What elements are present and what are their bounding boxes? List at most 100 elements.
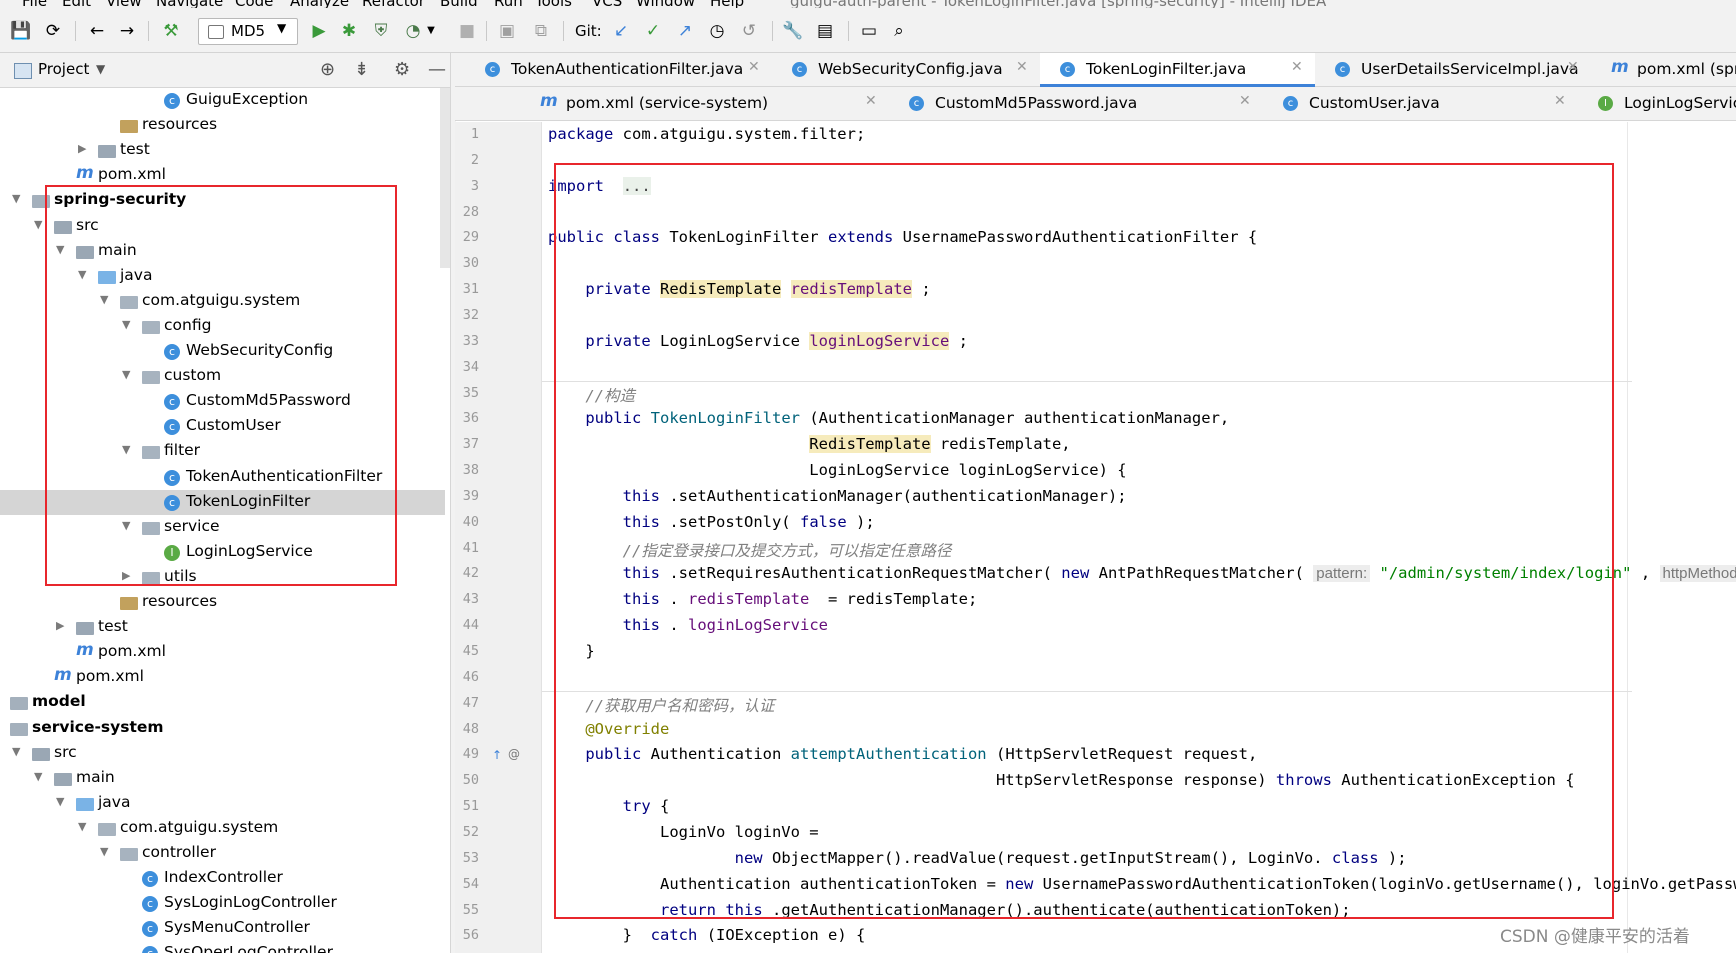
terminal-icon[interactable]: ▭ [860, 22, 878, 40]
project-panel-title[interactable]: Project [38, 60, 89, 78]
menu-item-file[interactable]: File [22, 0, 47, 8]
save-icon[interactable]: 💾 [10, 22, 31, 40]
sync-icon[interactable]: ⟳ [44, 22, 62, 40]
tree-item[interactable]: ▼ com.atguigu.system [0, 816, 445, 841]
line-number: 41 [462, 539, 479, 556]
chevron-down-icon[interactable]: ▼ [78, 820, 86, 833]
settings-wrench-icon[interactable]: 🔧 [782, 22, 803, 40]
menu-item-build[interactable]: Build [440, 0, 478, 8]
forward-icon[interactable]: → [118, 22, 136, 40]
tree-item-label: com.atguigu.system [120, 817, 279, 836]
right-margin-guide [1627, 122, 1628, 953]
annotation-marker-icon[interactable]: @ [508, 747, 520, 761]
history-icon[interactable]: ◷ [708, 22, 726, 40]
close-icon[interactable]: ✕ [1554, 93, 1566, 109]
project-structure-icon[interactable]: ▤ [816, 22, 834, 40]
tree-item[interactable]: c SysLoginLogController [0, 891, 445, 916]
tree-item[interactable]: ▼service-system [0, 716, 445, 741]
git-update-icon[interactable]: ↙ [612, 22, 630, 40]
chevron-down-icon[interactable]: ▼ [96, 62, 105, 76]
tree-item[interactable]: c SysOperLogController [0, 941, 445, 953]
close-icon[interactable]: ✕ [1291, 59, 1303, 75]
tree-item[interactable]: resources [0, 590, 445, 615]
menu-item-run[interactable]: Run [494, 0, 523, 8]
tree-item[interactable]: ▶ test [0, 138, 445, 163]
menu-item-tools[interactable]: Tools [535, 0, 572, 8]
search-icon[interactable]: ⌕ [890, 22, 908, 40]
editor-tab-label: WebSecurityConfig.java [818, 60, 1003, 78]
git-push-icon[interactable]: ↗ [676, 22, 694, 40]
line-number: 49 [462, 746, 479, 763]
tree-item[interactable]: c GuiguException [0, 88, 445, 113]
rollback-icon[interactable]: ↺ [740, 22, 758, 40]
chevron-down-icon[interactable]: ▼ [34, 218, 42, 231]
tree-item[interactable]: ▶model [0, 690, 445, 715]
tree-item-label: SysMenuController [164, 918, 310, 937]
close-icon[interactable]: ✕ [1239, 93, 1251, 109]
chevron-down-icon[interactable]: ▼ [12, 192, 20, 205]
tree-item[interactable]: c SysMenuController [0, 916, 445, 941]
line-number: 3 [470, 177, 479, 194]
build-project-icon[interactable]: ⧉ [532, 22, 550, 40]
editor-tab[interactable]: m pom.xml (spri [1591, 53, 1736, 86]
menu-item-vcs[interactable]: VCS [592, 0, 622, 8]
editor-tab[interactable]: c UserDetailsServiceImpl.java ✕ [1315, 53, 1591, 86]
editor-tab[interactable]: c TokenLoginFilter.java ✕ [1040, 53, 1315, 87]
menu-item-code[interactable]: Code [235, 0, 273, 8]
line-number: 1 [470, 126, 479, 142]
gear-icon[interactable]: ⚙ [394, 59, 410, 80]
run-configuration-select[interactable]: MD5 ▼ [198, 18, 298, 45]
back-icon[interactable]: ← [88, 22, 106, 40]
menu-item-help[interactable]: Help [710, 0, 744, 8]
menu-item-window[interactable]: Window [636, 0, 695, 8]
tree-item[interactable]: resources [0, 113, 445, 138]
editor-tab[interactable]: m pom.xml (service-system) ✕ [520, 87, 889, 120]
editor-tab[interactable]: c WebSecurityConfig.java ✕ [772, 53, 1040, 86]
close-icon[interactable]: ✕ [1567, 59, 1579, 75]
locate-icon[interactable]: ⊕ [320, 59, 335, 80]
build-hammer-icon[interactable]: ⚒ [162, 22, 180, 40]
override-marker-icon[interactable]: ↑ [492, 748, 502, 762]
tree-item[interactable]: m pom.xml [0, 665, 445, 690]
hide-panel-icon[interactable]: — [428, 59, 446, 80]
tree-item[interactable]: ▼ controller [0, 841, 445, 866]
menu-item-navigate[interactable]: Navigate [156, 0, 223, 8]
close-icon[interactable]: ✕ [1016, 59, 1028, 75]
chevron-down-icon[interactable]: ▼ [56, 795, 64, 808]
tree-scrollbar[interactable] [440, 88, 450, 268]
menu-item-view[interactable]: View [106, 0, 142, 8]
profile-icon[interactable]: ◔ [404, 22, 422, 40]
git-commit-icon[interactable]: ✓ [644, 22, 662, 40]
menu-item-refactor[interactable]: Refactor [362, 0, 425, 8]
tree-item[interactable]: ▶ test [0, 615, 445, 640]
editor-tab[interactable]: I LoginLogServic [1578, 87, 1736, 120]
menu-item-analyze[interactable]: Analyze [290, 0, 349, 8]
chevron-right-icon[interactable]: ▶ [78, 142, 86, 155]
package-folder-icon [120, 848, 138, 861]
tree-item[interactable]: ▼ src [0, 741, 445, 766]
run-icon[interactable]: ▶ [310, 22, 328, 40]
code-token: com.atguigu.system.filter; [622, 125, 866, 143]
tree-item[interactable]: m pom.xml [0, 640, 445, 665]
chevron-right-icon[interactable]: ▶ [56, 619, 64, 632]
debug-icon[interactable]: ✱ [340, 22, 358, 40]
close-icon[interactable]: ✕ [748, 59, 760, 75]
stop-icon[interactable]: ■ [458, 22, 476, 40]
chevron-down-icon[interactable]: ▼ [12, 745, 20, 758]
collapse-all-icon[interactable]: ⇟ [354, 59, 369, 80]
tree-item[interactable]: ▼ main [0, 766, 445, 791]
attach-debugger-icon[interactable]: ▣ [498, 22, 516, 40]
chevron-down-icon[interactable]: ▼ [422, 22, 440, 40]
editor-tab[interactable]: c TokenAuthenticationFilter.java ✕ [465, 53, 772, 86]
tree-item[interactable]: c IndexController [0, 866, 445, 891]
tree-item[interactable]: ▼ java [0, 791, 445, 816]
coverage-icon[interactable]: ⛨ [372, 22, 390, 40]
close-icon[interactable]: ✕ [865, 93, 877, 109]
editor-tab[interactable]: c CustomMd5Password.java ✕ [889, 87, 1263, 120]
editor-tab[interactable]: c CustomUser.java ✕ [1263, 87, 1578, 120]
chevron-down-icon[interactable]: ▼ [100, 845, 108, 858]
chevron-down-icon[interactable]: ▼ [34, 770, 42, 783]
menu-item-edit[interactable]: Edit [62, 0, 91, 8]
java-class-icon: c [909, 96, 924, 111]
